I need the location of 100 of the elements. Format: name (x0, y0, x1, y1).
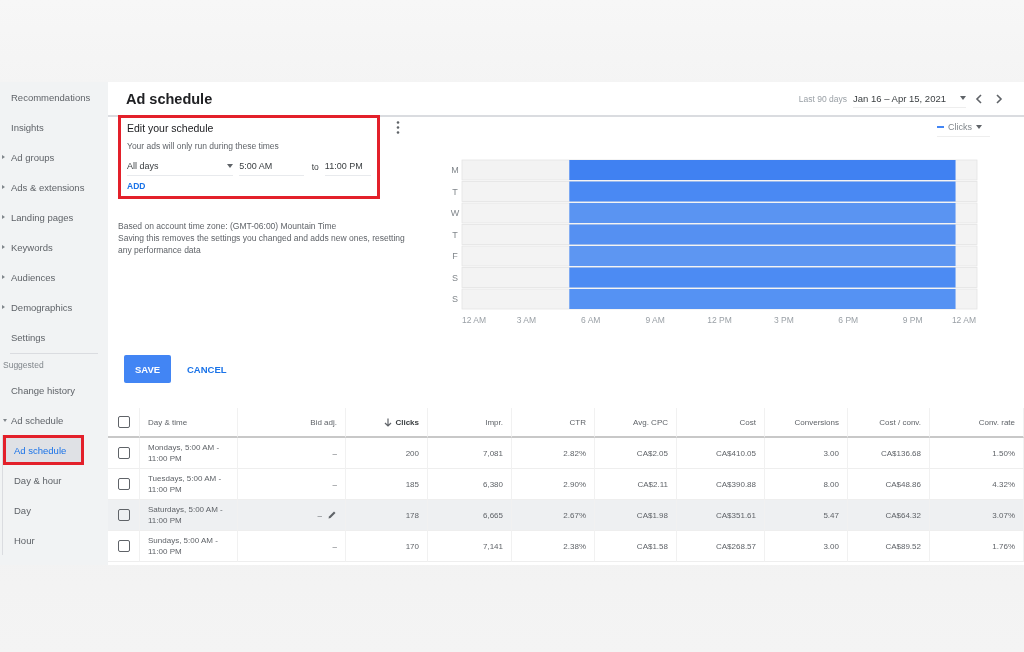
column-header[interactable]: Clicks (384, 417, 419, 427)
info-text: Based on account time zone: (GMT-06:00) Mountain Time (118, 220, 338, 232)
metric-dropdown[interactable]: Clicks (937, 122, 990, 137)
nav-item[interactable]: Day & hour (3, 465, 108, 495)
axis-label: 9 PM (902, 315, 923, 325)
column-header[interactable]: CTR (569, 417, 586, 427)
nav-item[interactable]: Keywords (0, 232, 108, 262)
table-cell: CA$64.32 (885, 510, 921, 520)
checkbox[interactable] (117, 540, 130, 552)
section-subtitle: Your ads will only run during these times (127, 141, 280, 151)
table-cell: CA$1.58 (636, 541, 668, 551)
table-cell: 185 (405, 479, 419, 489)
pencil-icon[interactable] (327, 510, 337, 520)
column-header[interactable]: Impr. (485, 417, 503, 427)
table-cell: 200 (405, 448, 419, 458)
day-label: S (452, 272, 458, 283)
column-header[interactable]: Avg. CPC (633, 417, 668, 427)
info-text: Saving this removes the settings you changed and adds new ones, resetting any performance data (118, 232, 406, 256)
day-label: M (451, 165, 459, 175)
table-cell: 3.00 (823, 541, 839, 551)
table-cell: CA$89.52 (885, 541, 921, 551)
caret-icon (960, 96, 966, 100)
table-cell: – (332, 448, 337, 458)
column-header[interactable]: Conv. rate (978, 417, 1015, 427)
nav-item[interactable]: Ad schedule (0, 405, 108, 435)
column-header[interactable]: Conversions (794, 417, 839, 427)
date-range-label: Last 90 days (798, 93, 848, 104)
column-header[interactable]: Bid adj. (310, 417, 337, 427)
nav-item[interactable]: Ads & extensions (0, 172, 108, 202)
save-button[interactable]: SAVE (124, 355, 171, 383)
nav-item[interactable]: Settings (0, 322, 108, 352)
table-cell: – (317, 510, 322, 520)
caret-icon (227, 164, 234, 168)
table-cell: CA$390.88 (715, 479, 756, 489)
table-row[interactable]: Mondays, 5:00 AM - 11:00 PM – 200 7,081 2.82% CA$2.05 CA$410.05 3.00 CA$136.68 1.50% (108, 438, 1024, 469)
caret-icon (976, 125, 982, 129)
nav-item[interactable]: Hour (3, 525, 108, 555)
axis-label: 12 AM (951, 315, 976, 325)
table-cell: – (332, 541, 337, 551)
section-title: Edit your schedule (127, 122, 215, 134)
day-label: T (452, 229, 458, 240)
nav-item[interactable]: Change history (0, 375, 108, 405)
axis-label: 3 PM (773, 315, 794, 325)
sort-arrow-icon (384, 417, 393, 427)
table-cell: 6,665 (482, 510, 503, 520)
add-button[interactable]: ADD (127, 181, 146, 191)
checkbox[interactable] (117, 447, 130, 459)
table-cell: 7,081 (482, 448, 503, 458)
column-header[interactable]: Day & time (148, 417, 188, 427)
table-cell: 178 (405, 510, 419, 520)
checkbox[interactable] (117, 509, 130, 521)
table-cell: 3.00 (823, 448, 839, 458)
start-time-field[interactable]: 5:00 AM (239, 157, 304, 176)
end-time-field[interactable]: 11:00 PM (324, 157, 371, 176)
table-cell: 7,141 (482, 541, 503, 551)
table-cell: CA$410.05 (715, 448, 756, 458)
day-label: F (452, 251, 458, 261)
nav-item[interactable]: Demographics (0, 292, 108, 322)
table-cell-text: Tuesdays, 5:00 AM - 11:00 PM (148, 473, 223, 495)
table-cell: 2.67% (563, 510, 586, 520)
table-row[interactable]: Saturdays, 5:00 AM - 11:00 PM – 178 6,665 2.67% CA$1.98 CA$351.61 5.47 CA$64.32 3.07% (108, 500, 1024, 531)
table-cell: 8.00 (823, 479, 839, 489)
table-cell: 3.07% (992, 510, 1015, 520)
table-cell-text: Saturdays, 5:00 AM - 11:00 PM (148, 504, 224, 526)
table-cell: 1.76% (992, 541, 1015, 551)
nav-item[interactable]: Recommendations (0, 82, 108, 112)
day-label: W (450, 208, 460, 218)
column-header[interactable]: Cost / conv. (879, 417, 921, 427)
checkbox[interactable] (117, 416, 130, 428)
axis-label: 6 PM (838, 315, 859, 325)
axis-label: 6 AM (581, 315, 601, 325)
more-icon[interactable] (396, 121, 400, 134)
table-cell: 1.50% (992, 448, 1015, 458)
nav-item[interactable]: Insights (0, 112, 108, 142)
day-label: T (452, 186, 458, 197)
nav-item[interactable]: Ad schedule (3, 435, 84, 465)
checkbox[interactable] (117, 478, 130, 490)
table-cell: 6,380 (482, 479, 503, 489)
table-cell: 170 (405, 541, 419, 551)
nav-item[interactable]: Landing pages (0, 202, 108, 232)
date-range-picker[interactable]: Jan 16 – Apr 15, 2021 (853, 89, 966, 108)
table-cell: CA$2.05 (636, 448, 668, 458)
table-cell: 4.32% (992, 479, 1015, 489)
axis-label: 12 AM (462, 315, 487, 325)
nav-item[interactable]: Day (3, 495, 108, 525)
table-cell: 5.47 (823, 510, 839, 520)
page-title: Ad schedule (126, 90, 214, 107)
nav-item[interactable]: Audiences (0, 262, 108, 292)
table-cell: – (332, 479, 337, 489)
nav-item[interactable]: Ad groups (0, 142, 108, 172)
table-cell: CA$48.86 (885, 479, 921, 489)
table-row[interactable]: Sundays, 5:00 AM - 11:00 PM – 170 7,141 2.38% CA$1.58 CA$268.57 3.00 CA$89.52 1.76% (108, 531, 1024, 562)
cancel-button[interactable]: CANCEL (183, 359, 231, 379)
day-label: S (452, 294, 458, 304)
days-dropdown[interactable]: All days (127, 157, 234, 176)
axis-label: 12 PM (707, 315, 732, 325)
column-header[interactable]: Cost (739, 417, 756, 427)
table-cell: 2.38% (563, 541, 586, 551)
range-label: to (311, 161, 319, 172)
table-cell: CA$268.57 (715, 541, 756, 551)
